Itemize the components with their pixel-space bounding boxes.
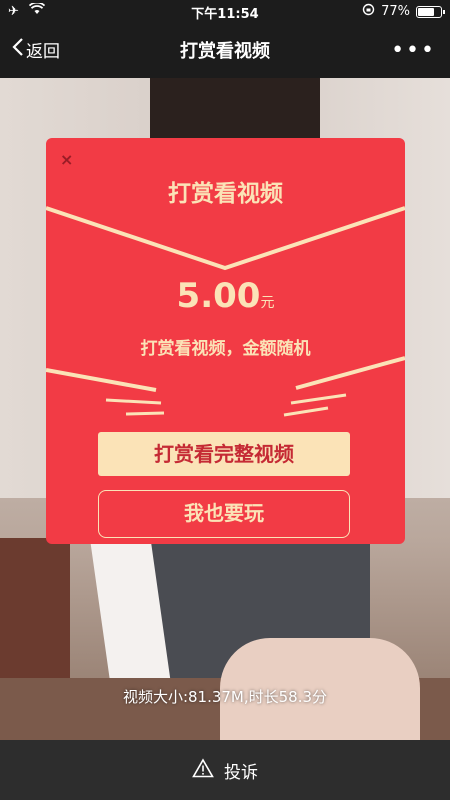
orientation-lock-icon — [362, 3, 375, 20]
reward-modal: × 打赏看视频 5.00元 打赏看视频，金额随机 打赏看完整视频 我也要玩 — [46, 138, 405, 544]
more-options-button[interactable]: ••• — [391, 38, 436, 63]
battery-icon — [416, 5, 445, 18]
report-label: 投诉 — [224, 762, 258, 783]
reward-amount: 5.00元 — [46, 276, 405, 316]
amount-unit: 元 — [260, 295, 275, 311]
nav-bar: 返回 打赏看视频 ••• — [0, 22, 450, 78]
video-info: 视频大小:81.37M,时长58.3分 — [122, 688, 328, 706]
watch-full-video-button[interactable]: 打赏看完整视频 — [98, 432, 350, 476]
amount-value: 5.00 — [176, 276, 261, 316]
photo-shelf — [0, 538, 70, 698]
modal-description: 打赏看视频，金额随机 — [140, 339, 311, 359]
warning-icon — [192, 757, 214, 783]
play-too-button[interactable]: 我也要玩 — [98, 490, 350, 538]
close-icon[interactable]: × — [60, 150, 73, 169]
battery-percent: 77% — [381, 4, 410, 19]
page-title: 打赏看视频 — [180, 41, 270, 62]
status-right: 77% — [362, 3, 445, 20]
modal-title: 打赏看视频 — [168, 181, 283, 207]
report-button[interactable]: 投诉 — [0, 740, 450, 800]
battery-fill — [418, 7, 435, 16]
status-bar: ✈ 下午11:54 77% — [0, 0, 450, 22]
